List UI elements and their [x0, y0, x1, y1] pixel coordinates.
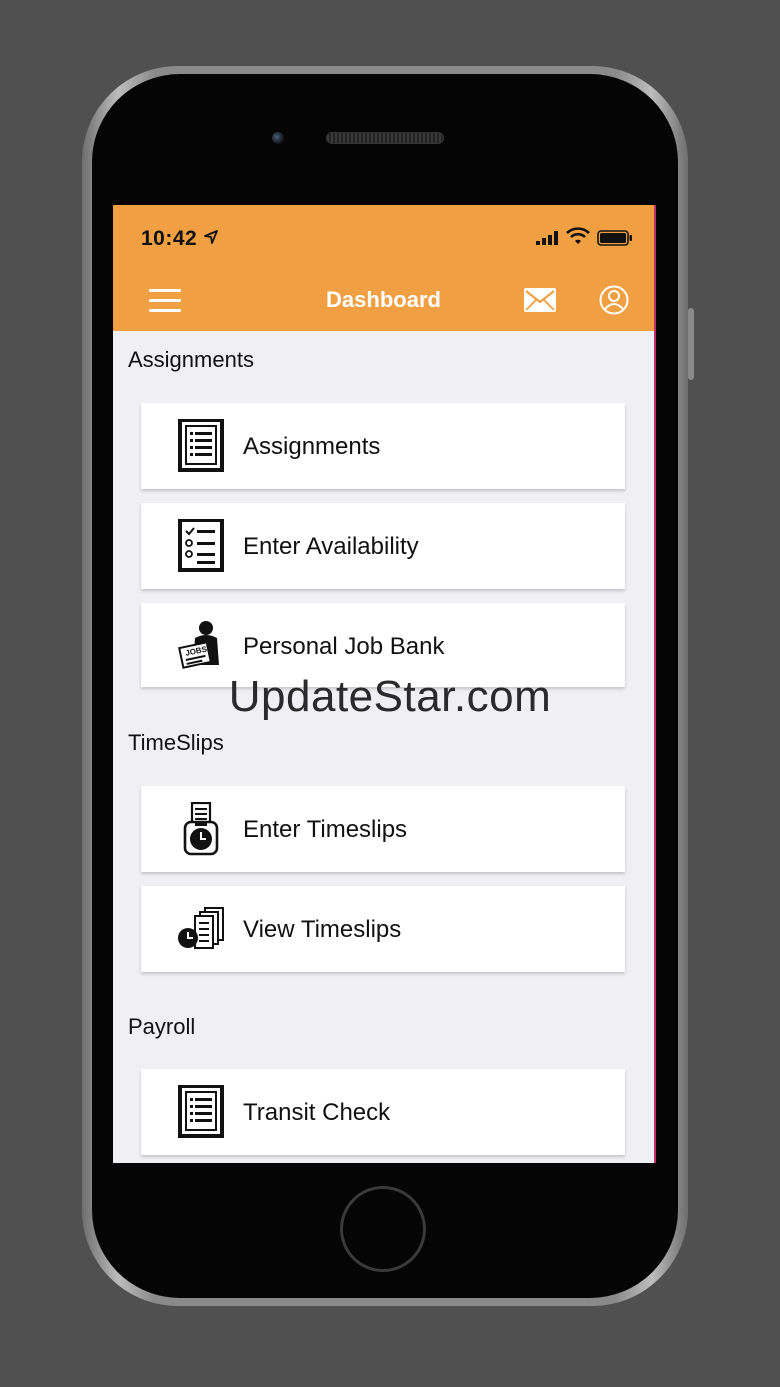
section-header-timeslips: TimeSlips [128, 730, 224, 755]
menu-item-view-timeslips[interactable]: View Timeslips [141, 886, 625, 972]
menu-item-label: Assignments [243, 433, 381, 460]
earpiece-speaker [326, 132, 444, 144]
section-header-payroll: Payroll [128, 1014, 196, 1039]
timeslip-clock-icon [183, 802, 219, 856]
page-title: Dashboard [326, 287, 441, 312]
status-bar: 10:42 [113, 205, 654, 269]
document-list-icon [178, 419, 224, 472]
watermark-text: UpdateStar.com [228, 672, 552, 721]
menu-item-label: Enter Availability [243, 533, 419, 560]
menu-item-label: Enter Timeslips [243, 816, 408, 843]
user-profile-icon[interactable] [599, 285, 629, 315]
menu-item-label: View Timeslips [243, 916, 402, 943]
person-jobs-icon: JOBS [178, 621, 219, 669]
status-time: 10:42 [141, 227, 198, 250]
side-button [688, 308, 694, 380]
cellular-signal-icon [536, 231, 558, 245]
wifi-icon [566, 227, 590, 244]
front-camera [272, 132, 284, 144]
menu-item-label: Personal Job Bank [243, 633, 445, 660]
section-header-assignments: Assignments [128, 347, 254, 372]
menu-item-enter-availability[interactable]: Enter Availability [141, 503, 625, 589]
home-button[interactable] [340, 1186, 426, 1272]
checklist-icon [178, 519, 224, 572]
mail-icon[interactable] [524, 288, 556, 312]
menu-item-label: Transit Check [243, 1099, 391, 1126]
menu-item-transit-check[interactable]: Transit Check [141, 1069, 625, 1155]
location-arrow-icon [204, 230, 218, 244]
menu-item-enter-timeslips[interactable]: Enter Timeslips [141, 786, 625, 872]
navigation-bar: Dashboard [113, 269, 654, 331]
battery-icon [597, 230, 632, 246]
document-list-icon [178, 1085, 224, 1138]
menu-item-assignments[interactable]: Assignments [141, 403, 625, 489]
stacked-timeslips-icon [178, 907, 224, 949]
